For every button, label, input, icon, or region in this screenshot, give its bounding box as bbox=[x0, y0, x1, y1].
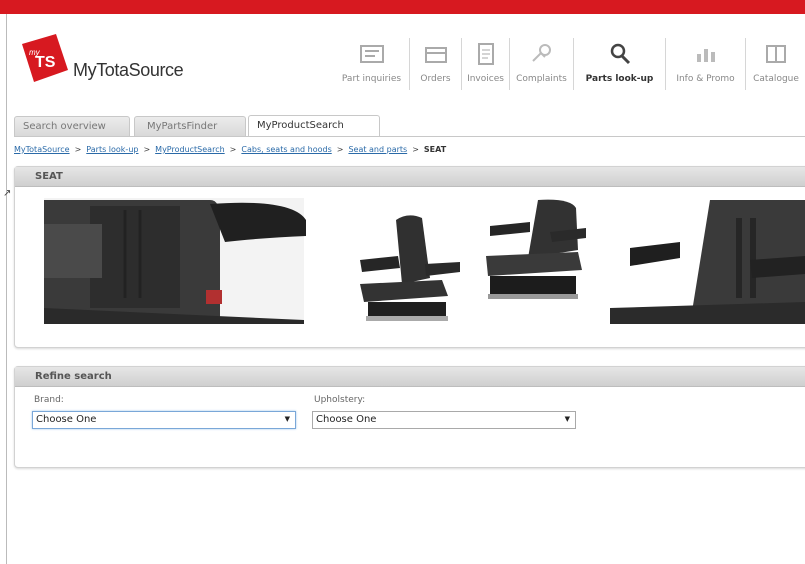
toolbar-catalogue[interactable]: Catalogue bbox=[746, 38, 805, 90]
breadcrumb-separator: > bbox=[143, 145, 151, 154]
breadcrumb-separator: > bbox=[74, 145, 82, 154]
logo-badge-text: TS bbox=[35, 54, 56, 71]
toolbar-label: Complaints bbox=[516, 74, 567, 84]
breadcrumb-link-seat-and-parts[interactable]: Seat and parts bbox=[348, 145, 407, 154]
breadcrumb-link-parts-lookup[interactable]: Parts look-up bbox=[86, 145, 138, 154]
left-border bbox=[6, 14, 7, 564]
toolbar-orders[interactable]: Orders bbox=[410, 38, 462, 90]
seat-image-closeup-right bbox=[610, 200, 805, 324]
breadcrumb-separator: > bbox=[229, 145, 237, 154]
brand-name: MyTotaSource bbox=[73, 60, 184, 80]
breadcrumb: MyTotaSource > Parts look-up > MyProductSear… bbox=[14, 145, 446, 154]
breadcrumb-link-myproductsearch[interactable]: MyProductSearch bbox=[155, 145, 225, 154]
breadcrumb-link-home[interactable]: MyTotaSource bbox=[14, 145, 70, 154]
toolbar-label: Invoices bbox=[467, 74, 504, 84]
upholstery-label: Upholstery: bbox=[314, 395, 366, 405]
refine-search-title: Refine search bbox=[15, 367, 805, 387]
orders-icon bbox=[422, 41, 450, 67]
mouse-cursor-icon: ↗ bbox=[3, 188, 12, 199]
tab-underline bbox=[14, 136, 805, 137]
tab-search-overview[interactable]: Search overview bbox=[14, 116, 130, 136]
seat-image-side bbox=[360, 215, 460, 321]
toolbar-label: Info & Promo bbox=[676, 74, 735, 84]
seat-panel-title: SEAT bbox=[15, 167, 805, 187]
dropdown-arrow-icon: ▼ bbox=[564, 415, 570, 423]
toolbar-parts-lookup[interactable]: Parts look-up bbox=[574, 38, 666, 90]
chart-icon bbox=[692, 41, 720, 67]
upholstery-select[interactable]: Choose One ▼ bbox=[312, 411, 576, 429]
tab-myproductsearch[interactable]: MyProductSearch bbox=[248, 115, 380, 137]
toolbar-label: Orders bbox=[420, 74, 451, 84]
seat-image-front bbox=[486, 199, 586, 299]
seat-image-closeup-left bbox=[44, 198, 306, 324]
brand-select-value: Choose One bbox=[36, 414, 97, 425]
seat-product-images[interactable] bbox=[30, 198, 805, 326]
breadcrumb-current: SEAT bbox=[423, 145, 447, 154]
part-inquiries-icon bbox=[358, 41, 386, 67]
breadcrumb-separator: > bbox=[412, 145, 419, 154]
invoices-icon bbox=[472, 41, 500, 67]
top-accent-bar bbox=[0, 0, 805, 14]
brand-label: Brand: bbox=[34, 395, 64, 405]
toolbar-label: Part inquiries bbox=[341, 74, 402, 84]
brand-select[interactable]: Choose One ▼ bbox=[32, 411, 296, 429]
catalogue-icon bbox=[762, 41, 790, 67]
breadcrumb-link-cabs[interactable]: Cabs, seats and hoods bbox=[241, 145, 331, 154]
toolbar-label: Parts look-up bbox=[585, 74, 654, 84]
complaints-icon bbox=[528, 41, 556, 67]
breadcrumb-separator: > bbox=[336, 145, 344, 154]
toolbar-part-inquiries[interactable]: Part inquiries bbox=[334, 38, 410, 90]
dropdown-arrow-icon: ▼ bbox=[284, 415, 290, 423]
mytotasource-logo-icon[interactable]: my TS bbox=[16, 30, 70, 84]
toolbar-label: Catalogue bbox=[753, 74, 799, 84]
upholstery-select-value: Choose One bbox=[316, 414, 377, 425]
toolbar-invoices[interactable]: Invoices bbox=[462, 38, 510, 90]
toolbar-complaints[interactable]: Complaints bbox=[510, 38, 574, 90]
search-icon bbox=[606, 41, 634, 67]
main-toolbar: Part inquiries Orders Invoices Complaint… bbox=[334, 38, 805, 90]
toolbar-info-promo[interactable]: Info & Promo bbox=[666, 38, 746, 90]
tab-mypartsfinder[interactable]: MyPartsFinder bbox=[134, 116, 246, 136]
